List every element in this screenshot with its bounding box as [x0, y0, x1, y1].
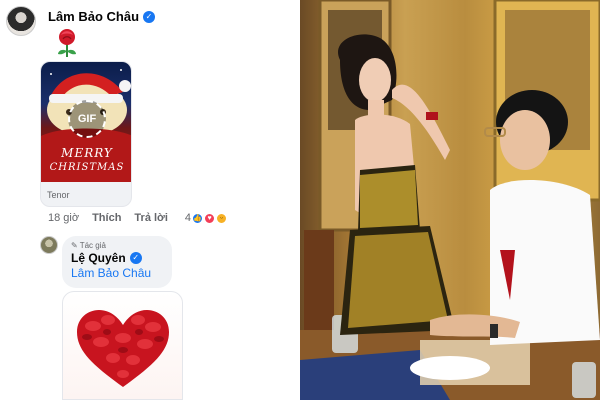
reaction-summary[interactable]: 4 👍 ♥ ᵕ — [184, 212, 228, 224]
comment-thread: Lâm Bảo Châu ✓ GIF MERRY CHRISTMAS Tenor… — [0, 0, 300, 400]
rose-petal-heart-illustration — [77, 310, 169, 387]
author-tag-label: Tác giả — [79, 241, 106, 250]
love-icon: ♥ — [204, 212, 216, 224]
comment-header: Lâm Bảo Châu ✓ — [48, 9, 156, 24]
gif-greeting-line1: MERRY — [61, 146, 113, 160]
rose-heart-image[interactable] — [62, 291, 183, 400]
reply-mention-link[interactable]: Lâm Bảo Châu — [71, 266, 163, 280]
photo-illustration — [300, 0, 600, 400]
verified-badge-icon: ✓ — [129, 252, 142, 264]
reply-author-avatar[interactable] — [40, 236, 58, 254]
verified-badge-icon: ✓ — [143, 10, 156, 23]
reply-header: Lệ Quyên ✓ — [71, 251, 163, 265]
like-icon: 👍 — [192, 212, 204, 224]
reply-author-name[interactable]: Lệ Quyên — [71, 251, 126, 265]
reply-bubble: ✎ Tác giả Lệ Quyên ✓ Lâm Bảo Châu — [62, 236, 172, 288]
gif-preview: GIF MERRY CHRISTMAS — [41, 62, 131, 182]
reaction-count: 4 — [184, 212, 192, 224]
gif-greeting-line2: CHRISTMAS — [49, 162, 125, 173]
gif-attachment[interactable]: GIF MERRY CHRISTMAS Tenor — [40, 61, 132, 207]
like-button[interactable]: Thích — [92, 212, 121, 224]
comment-timestamp[interactable]: 18 giờ — [48, 212, 79, 224]
reply-button[interactable]: Trả lời — [134, 212, 168, 224]
rose-sticker-icon — [58, 29, 76, 57]
gif-provider-label: Tenor — [47, 190, 70, 200]
haha-icon: ᵕ — [216, 212, 228, 224]
gif-badge[interactable]: GIF — [68, 100, 106, 138]
author-tag: ✎ Tác giả — [71, 241, 163, 250]
couple-photo — [300, 0, 600, 400]
comment-author-name[interactable]: Lâm Bảo Châu — [48, 9, 139, 24]
comment-actions: 18 giờ Thích Trả lời 4 👍 ♥ ᵕ — [48, 212, 228, 224]
commenter-avatar[interactable] — [6, 6, 36, 36]
pencil-icon: ✎ — [71, 241, 78, 250]
